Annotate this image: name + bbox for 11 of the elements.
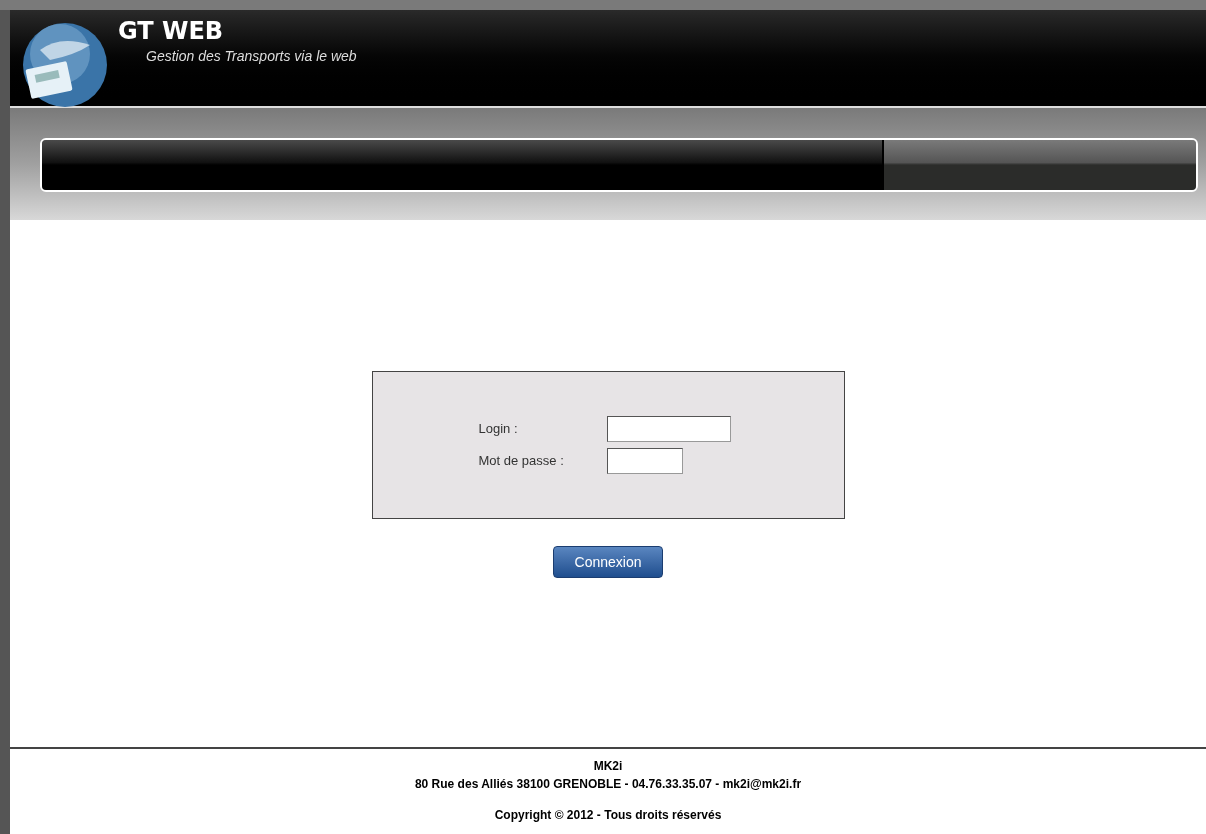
field-label: Mot de passe : [478,452,565,471]
app-title: GT WEB [118,16,225,46]
field-label: Login : [478,420,519,439]
app-subtitle: Gestion des Transports via le web [146,47,357,66]
globe-logo-icon [20,20,110,110]
login-field[interactable] [606,416,731,442]
company-address: 80 Rue des Alliés 38100 GRENOBLE - 04.76.33.35.07 - mk2i@mk2i.fr [414,776,802,793]
connexion-button[interactable]: Connexion [553,546,663,578]
password-field[interactable] [606,448,683,474]
copyright-text: Copyright © 2012 - Tous droits réservés [494,807,722,824]
company-name: MK2i [593,758,623,775]
